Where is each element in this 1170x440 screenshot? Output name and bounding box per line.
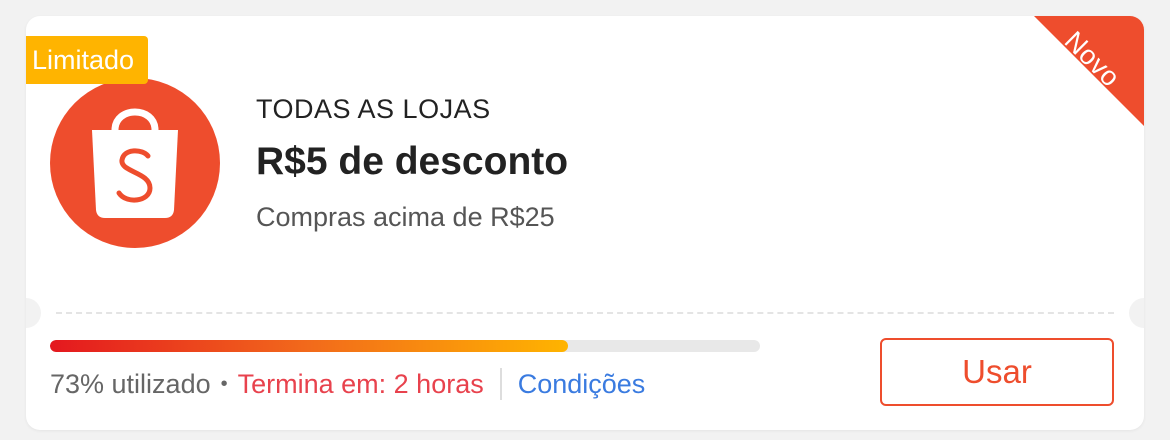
use-button[interactable]: Usar <box>880 338 1114 406</box>
voucher-title: R$5 de desconto <box>256 140 569 183</box>
new-ribbon: Novo <box>1034 16 1144 126</box>
limited-badge: Limitado <box>26 36 149 84</box>
ticket-notch-right <box>1129 298 1144 328</box>
minimum-spend: Compras acima de R$25 <box>256 202 555 232</box>
voucher-card: Novo Limitado TODAS AS LOJAS R$5 de desc… <box>26 16 1144 430</box>
bullet-separator: • <box>220 372 228 395</box>
conditions-link[interactable]: Condições <box>518 369 646 400</box>
usage-progress-bar <box>50 340 760 352</box>
shopee-bag-graphic <box>92 108 178 218</box>
ticket-notch-left <box>26 298 41 328</box>
expiry-label: Termina em: 2 horas <box>237 368 484 399</box>
voucher-scope: TODAS AS LOJAS <box>256 94 491 124</box>
shopee-bag-icon <box>50 78 220 248</box>
voucher-meta: 73% utilizado • Termina em: 2 horas Cond… <box>50 368 645 400</box>
vertical-separator <box>499 368 502 400</box>
usage-label: 73% utilizado <box>50 368 211 399</box>
usage-progress-fill <box>50 340 569 352</box>
dashed-divider <box>56 312 1114 314</box>
